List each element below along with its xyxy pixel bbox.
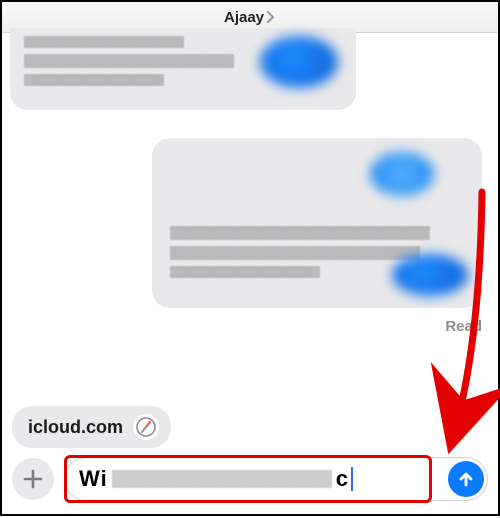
send-button[interactable] xyxy=(448,461,484,497)
chevron-right-icon xyxy=(266,11,276,23)
text-caret xyxy=(351,467,353,491)
message-bubble-incoming[interactable] xyxy=(10,28,356,110)
plus-icon xyxy=(22,468,44,490)
send-up-icon xyxy=(456,469,476,489)
message-composer: Wi c xyxy=(2,454,498,504)
input-text-start: Wi xyxy=(79,466,108,492)
contact-name: Ajaay xyxy=(224,9,264,26)
link-preview-domain: icloud.com xyxy=(28,417,123,438)
message-input[interactable]: Wi c xyxy=(64,457,488,501)
link-preview-pill[interactable]: icloud.com xyxy=(12,406,171,448)
message-bubble-incoming[interactable] xyxy=(152,138,482,308)
redacted-text xyxy=(112,470,332,488)
input-text-end: c xyxy=(336,466,349,492)
read-receipt: Read xyxy=(445,318,482,335)
link-preview-row: icloud.com xyxy=(12,406,171,448)
safari-icon xyxy=(133,414,159,440)
attach-button[interactable] xyxy=(12,458,54,500)
message-thread: Read xyxy=(4,34,496,396)
